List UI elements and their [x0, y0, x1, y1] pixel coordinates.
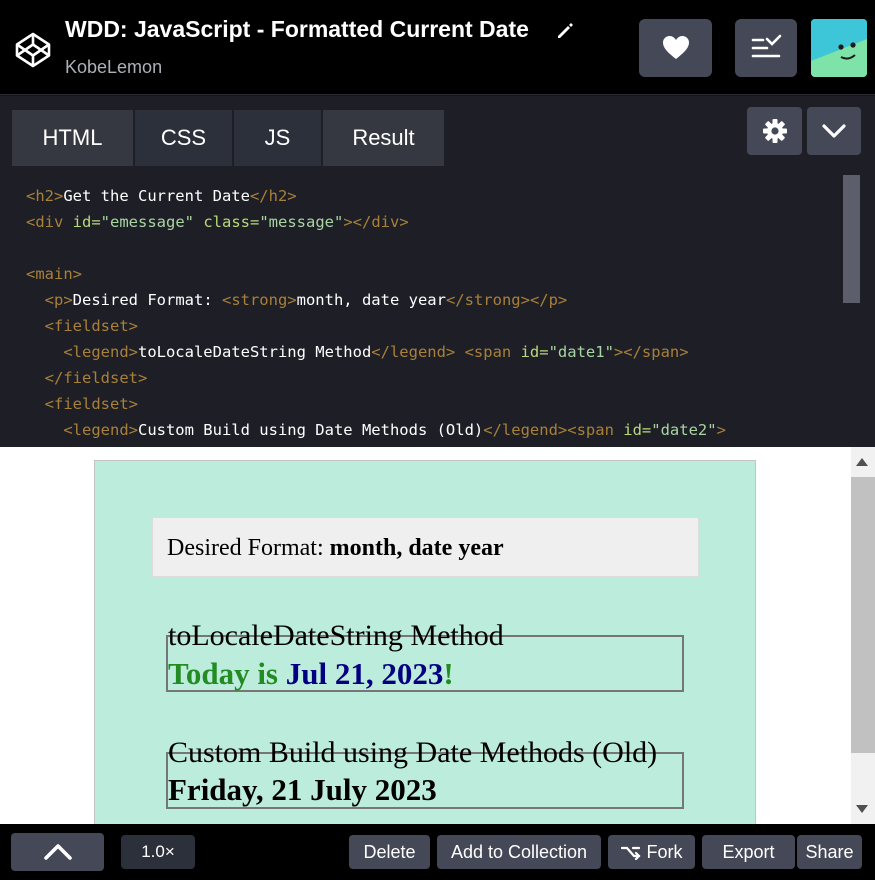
code-token: ></div>: [343, 213, 409, 231]
pen-header: WDD: JavaScript - Formatted Current Date…: [0, 0, 875, 95]
tab-js[interactable]: JS: [234, 110, 321, 166]
pen-title[interactable]: WDD: JavaScript - Formatted Current Date: [65, 16, 529, 43]
date1-value: Jul 21, 2023: [285, 656, 444, 691]
settings-button[interactable]: [747, 107, 802, 155]
code-token: Custom Build using Date Methods (Old): [137, 421, 484, 439]
code-token: <h2>: [26, 187, 64, 205]
console-toggle-button[interactable]: [11, 833, 104, 871]
add-to-collection-button[interactable]: Add to Collection: [437, 835, 601, 869]
date2-output: Friday, 21 July 2023: [168, 772, 437, 807]
code-token: </fieldset>: [44, 369, 148, 387]
legend-custom-build: Custom Build using Date Methods (Old): [168, 736, 658, 769]
code-token: <legend>: [63, 421, 138, 439]
code-token: ></span>: [613, 343, 689, 361]
code-token: <legend>: [63, 343, 138, 361]
heart-icon: [662, 36, 689, 59]
desired-format-value: month, date year: [329, 535, 504, 561]
love-button[interactable]: [639, 19, 712, 77]
code-token: month, date year: [296, 291, 446, 309]
codepen-logo-icon[interactable]: [14, 31, 52, 69]
code-token: >: [716, 421, 726, 439]
code-token: <div: [26, 213, 73, 231]
desired-format-paragraph: Desired Format: month, date year: [152, 517, 699, 577]
zoom-level-button[interactable]: 1.0×: [121, 835, 195, 869]
share-button[interactable]: Share: [797, 835, 862, 869]
tab-css[interactable]: CSS: [135, 110, 232, 166]
fork-icon: [620, 846, 641, 860]
code-token: id=: [520, 343, 549, 361]
preview-main: Desired Format: month, date year toLocal…: [94, 460, 756, 824]
code-token: </legend> <span: [371, 343, 521, 361]
code-content[interactable]: <h2>Get the Current Date</h2> <div id="e…: [26, 183, 726, 443]
code-token: "date2": [651, 421, 717, 439]
code-token: <fieldset>: [44, 317, 138, 335]
date1-prefix: Today is: [168, 656, 286, 691]
chevron-down-icon: [822, 124, 846, 138]
list-check-icon: [751, 34, 782, 58]
fork-label: Fork: [646, 841, 683, 862]
desired-format-label: Desired Format:: [167, 535, 330, 561]
pen-author[interactable]: KobeLemon: [65, 57, 162, 78]
chevron-up-icon: [43, 844, 72, 860]
result-preview: Desired Format: month, date year toLocal…: [0, 447, 875, 824]
pencil-icon[interactable]: [555, 21, 575, 41]
code-token: "date1": [548, 343, 614, 361]
code-token: <main>: [26, 265, 82, 283]
delete-button[interactable]: Delete: [349, 835, 430, 869]
code-token: </legend><span: [483, 421, 624, 439]
html-code-editor[interactable]: <h2>Get the Current Date</h2> <div id="e…: [0, 166, 875, 447]
add-to-collection-header-button[interactable]: [735, 19, 797, 77]
fork-button[interactable]: Fork: [608, 835, 695, 869]
editor-tab-bar: HTML CSS JS Result: [0, 96, 875, 166]
code-token: "emessage": [100, 213, 204, 231]
code-token: <fieldset>: [44, 395, 138, 413]
date1-suffix: !: [443, 656, 454, 691]
scroll-up-arrow-icon[interactable]: [856, 458, 868, 466]
code-token: Desired Format:: [72, 291, 222, 309]
change-view-button[interactable]: [807, 107, 861, 155]
code-token: Get the Current Date: [63, 187, 250, 205]
export-button[interactable]: Export: [702, 835, 795, 869]
pen-footer: 1.0× Delete Add to Collection Fork Expor…: [0, 824, 875, 880]
code-token: id=: [623, 421, 652, 439]
code-token: "message": [259, 213, 344, 231]
editor-scrollbar-thumb[interactable]: [843, 175, 860, 303]
code-token: <strong>: [221, 291, 297, 309]
code-token: </h2>: [249, 187, 297, 205]
date1-output: Today is Jul 21, 2023!: [168, 656, 454, 692]
code-token: id=: [72, 213, 101, 231]
user-avatar[interactable]: [811, 19, 867, 77]
tab-result[interactable]: Result: [323, 110, 444, 166]
preview-scrollbar-thumb[interactable]: [851, 477, 875, 753]
scroll-down-arrow-icon[interactable]: [856, 805, 868, 813]
code-token: <p>: [44, 291, 73, 309]
legend-locale-method: toLocaleDateString Method: [168, 619, 504, 652]
code-token: </strong></p>: [445, 291, 568, 309]
code-token: toLocaleDateString Method: [137, 343, 372, 361]
code-token: class=: [203, 213, 260, 231]
gear-icon: [762, 119, 787, 143]
tab-html[interactable]: HTML: [12, 110, 133, 166]
